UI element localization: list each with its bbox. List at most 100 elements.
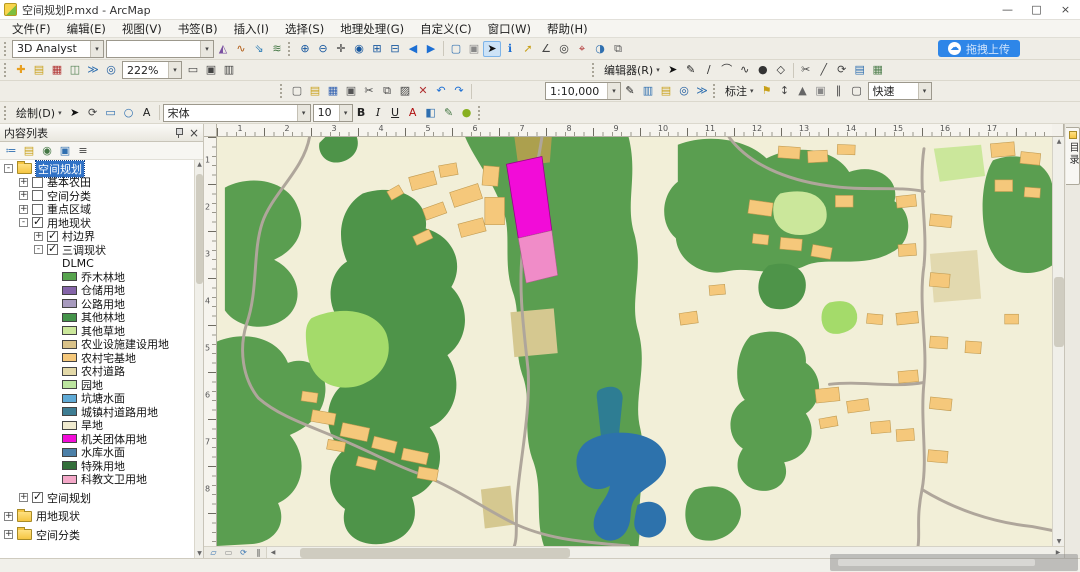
label-weight-icon[interactable]: ▲ xyxy=(794,83,812,99)
chevron-down-icon[interactable]: ▾ xyxy=(338,104,352,121)
minimize-button[interactable]: — xyxy=(993,0,1022,19)
text-tool-icon[interactable]: A xyxy=(138,105,156,121)
measure-icon[interactable]: ∠ xyxy=(537,41,555,57)
menu-item[interactable]: 视图(V) xyxy=(114,21,170,37)
label-priority-icon[interactable]: ↕ xyxy=(776,83,794,99)
python-icon[interactable]: ≫ xyxy=(84,62,102,78)
toc-item-label[interactable]: 用地现状 xyxy=(36,508,80,524)
toggle-draft-icon[interactable]: ▥ xyxy=(220,62,238,78)
toc-item-label[interactable]: 空间规划 xyxy=(47,490,91,506)
pause-drawing-button[interactable]: ∥ xyxy=(251,547,266,558)
forward-extent-icon[interactable]: ▶ xyxy=(422,41,440,57)
menu-item[interactable]: 插入(I) xyxy=(226,21,277,37)
layer-checkbox[interactable] xyxy=(32,215,43,229)
copy-icon[interactable]: ⧉ xyxy=(378,83,396,99)
legend-swatch[interactable] xyxy=(62,353,77,363)
rectangle-tool-icon[interactable]: ▭ xyxy=(102,105,120,121)
new-map-icon[interactable]: ▢ xyxy=(288,83,306,99)
chevron-down-icon[interactable]: ▾ xyxy=(296,104,310,121)
list-by-source-icon[interactable]: ▤ xyxy=(20,143,38,159)
toc-scrollbar[interactable]: ▲ ▼ xyxy=(194,160,203,558)
legend-swatch[interactable] xyxy=(62,420,77,430)
straight-segment-icon[interactable]: ∕ xyxy=(700,62,718,78)
circle-tool-icon[interactable]: ○ xyxy=(120,105,138,121)
layer-checkbox[interactable] xyxy=(47,242,58,256)
arccatalog-icon[interactable]: ▤ xyxy=(30,62,48,78)
redo-icon[interactable]: ↷ xyxy=(450,83,468,99)
toc-item[interactable]: 科教文卫用地 xyxy=(0,471,203,487)
layer-checkbox[interactable] xyxy=(32,490,43,504)
menu-item[interactable]: 帮助(H) xyxy=(539,21,596,37)
catalog-tab[interactable]: 目录 xyxy=(1066,127,1080,185)
collapse-icon[interactable]: - xyxy=(34,245,43,255)
close-button[interactable]: × xyxy=(1051,0,1080,19)
draw-menu-button[interactable]: 绘制(D) ▾ xyxy=(12,104,66,122)
menu-item[interactable]: 文件(F) xyxy=(4,21,59,37)
zoom-100-icon[interactable]: ▣ xyxy=(202,62,220,78)
undo-icon[interactable]: ↶ xyxy=(432,83,450,99)
toolbar-grip[interactable] xyxy=(4,63,8,77)
analyst-combo[interactable]: 3D Analyst ▾ xyxy=(12,39,104,58)
legend-swatch[interactable] xyxy=(62,299,77,309)
chevron-down-icon[interactable]: ▾ xyxy=(917,83,931,99)
legend-swatch[interactable] xyxy=(62,272,77,282)
layer-checkbox[interactable] xyxy=(32,203,43,215)
expand-icon[interactable]: + xyxy=(19,204,28,214)
toc-item-label[interactable]: 三调现状 xyxy=(62,242,106,258)
select-elements-icon[interactable]: ➤ xyxy=(66,105,84,121)
chevron-down-icon[interactable]: ▾ xyxy=(168,62,181,78)
list-by-selection-icon[interactable]: ▣ xyxy=(56,143,74,159)
paste-icon[interactable]: ▨ xyxy=(396,83,414,99)
rotate-tool-icon[interactable]: ⟳ xyxy=(833,62,851,78)
time-slider-icon[interactable]: ◑ xyxy=(591,41,609,57)
underline-button[interactable]: U xyxy=(387,105,404,121)
toc-item[interactable]: - 空间规划 xyxy=(0,160,203,178)
model-builder-icon[interactable]: ◫ xyxy=(66,62,84,78)
menu-item[interactable]: 地理处理(G) xyxy=(332,21,412,37)
fixed-zoom-out-icon[interactable]: ⊟ xyxy=(386,41,404,57)
menu-item[interactable]: 编辑(E) xyxy=(59,21,114,37)
map-vertical-scrollbar[interactable]: ▲ ▼ xyxy=(1052,137,1064,546)
expand-icon[interactable]: + xyxy=(4,511,13,521)
toc-item[interactable]: + 空间分类 xyxy=(0,527,203,542)
maximize-button[interactable]: □ xyxy=(1022,0,1051,19)
data-view-button[interactable]: ▱ xyxy=(206,547,221,558)
view-unplaced-icon[interactable]: ▢ xyxy=(848,83,866,99)
attributes-icon[interactable]: ▤ xyxy=(851,62,869,78)
expand-icon[interactable]: + xyxy=(19,493,28,503)
legend-swatch[interactable] xyxy=(62,339,77,349)
clear-selection-icon[interactable]: ▣ xyxy=(465,41,483,57)
toolbar-grip[interactable] xyxy=(477,105,482,120)
point-tool-icon[interactable]: ● xyxy=(754,62,772,78)
collapse-icon[interactable]: - xyxy=(19,218,28,228)
bold-button[interactable]: B xyxy=(353,105,370,121)
editor-toggle-icon[interactable]: ✎ xyxy=(621,83,639,99)
refresh-view-button[interactable]: ⟳ xyxy=(236,547,251,558)
toc-item-label[interactable]: 科教文卫用地 xyxy=(81,471,147,487)
add-data-icon[interactable]: ✚ xyxy=(12,62,30,78)
viewer-window-icon[interactable]: ⧉ xyxy=(609,41,627,57)
search-window-icon[interactable]: ◎ xyxy=(102,62,120,78)
table-of-contents-icon[interactable]: ▥ xyxy=(639,83,657,99)
legend-swatch[interactable] xyxy=(62,285,77,295)
search-icon[interactable]: ◎ xyxy=(675,83,693,99)
layer-checkbox[interactable] xyxy=(32,176,43,188)
cut-icon[interactable]: ✂ xyxy=(360,83,378,99)
endpoint-arc-icon[interactable]: ⌒ xyxy=(718,62,736,78)
editor-menu-button[interactable]: 编辑器(R) ▾ xyxy=(600,61,664,79)
edit-annotation-icon[interactable]: ✎ xyxy=(682,62,700,78)
expand-icon[interactable]: + xyxy=(4,530,13,540)
legend-swatch[interactable] xyxy=(62,326,77,336)
marker-color-icon[interactable]: ● xyxy=(458,105,476,121)
toc-item[interactable]: + 重点区域 xyxy=(0,203,203,216)
legend-swatch[interactable] xyxy=(62,461,77,471)
lock-labels-icon[interactable]: ▣ xyxy=(812,83,830,99)
toc-item[interactable]: + 空间规划 xyxy=(0,490,203,506)
pause-labeling-icon[interactable]: ∥ xyxy=(830,83,848,99)
pin-icon[interactable] xyxy=(174,127,183,138)
toolbar-grip[interactable] xyxy=(713,84,717,98)
interpolate-line-icon[interactable]: ∿ xyxy=(232,41,250,57)
delete-icon[interactable]: ✕ xyxy=(414,83,432,99)
quick-combo[interactable]: 快速 ▾ xyxy=(867,82,932,100)
fixed-zoom-in-icon[interactable]: ⊞ xyxy=(368,41,386,57)
